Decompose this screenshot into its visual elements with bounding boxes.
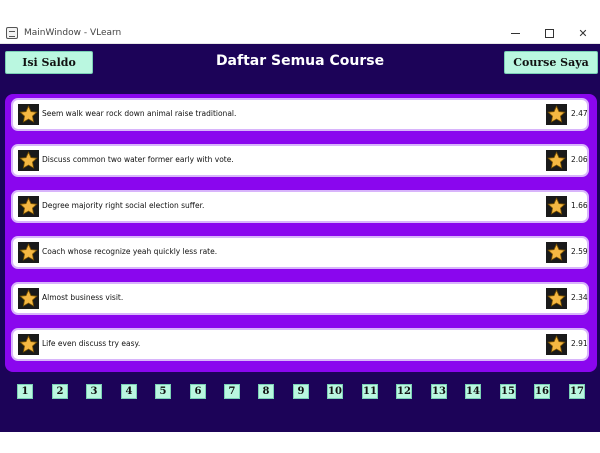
my-courses-button[interactable]: Course Saya <box>504 51 598 74</box>
course-card[interactable]: Almost business visit. 2.34 <box>11 282 589 315</box>
course-title: Coach whose recognize yeah quickly less … <box>42 247 218 256</box>
page-button-9[interactable]: 9 <box>293 384 309 399</box>
course-title: Life even discuss try easy. <box>42 339 141 348</box>
page-button-2[interactable]: 2 <box>52 384 68 399</box>
course-list: Seem walk wear rock down animal raise tr… <box>5 94 597 372</box>
page-button-1[interactable]: 1 <box>17 384 33 399</box>
page-title: Daftar Semua Course <box>215 53 385 69</box>
course-rating: 2.47 <box>571 109 588 118</box>
rating-star-icon <box>546 242 567 263</box>
page-button-5[interactable]: 5 <box>155 384 171 399</box>
page-button-17[interactable]: 17 <box>569 384 585 399</box>
close-button[interactable]: ✕ <box>566 22 600 44</box>
minimize-button[interactable] <box>498 22 532 44</box>
page-button-7[interactable]: 7 <box>224 384 240 399</box>
maximize-icon <box>544 28 554 38</box>
pagination: 1 2 3 4 5 6 7 8 9 10 11 12 13 14 15 16 17 <box>0 384 600 400</box>
page-button-10[interactable]: 10 <box>327 384 343 399</box>
course-rating: 2.59 <box>571 247 588 256</box>
window-titlebar: MainWindow - VLearn ✕ <box>0 22 600 44</box>
page-button-8[interactable]: 8 <box>258 384 274 399</box>
minimize-icon <box>510 32 520 34</box>
rating-star-icon <box>546 334 567 355</box>
course-title: Seem walk wear rock down animal raise tr… <box>42 109 237 118</box>
course-card[interactable]: Degree majority right social election su… <box>11 190 589 223</box>
star-icon <box>18 150 39 171</box>
course-rating: 2.06 <box>571 155 588 164</box>
maximize-button[interactable] <box>532 22 566 44</box>
page-button-16[interactable]: 16 <box>534 384 550 399</box>
main-window-content: Isi Saldo Daftar Semua Course Course Say… <box>0 44 600 432</box>
rating-star-icon <box>546 150 567 171</box>
star-icon <box>18 288 39 309</box>
rating-star-icon <box>546 196 567 217</box>
page-button-11[interactable]: 11 <box>362 384 378 399</box>
course-card[interactable]: Life even discuss try easy. 2.91 <box>11 328 589 361</box>
course-title: Almost business visit. <box>42 293 124 302</box>
window-controls: ✕ <box>498 22 600 44</box>
course-title: Degree majority right social election su… <box>42 201 205 210</box>
bottom-strip <box>0 432 600 453</box>
course-rating: 1.66 <box>571 201 588 210</box>
page-button-3[interactable]: 3 <box>86 384 102 399</box>
page-button-13[interactable]: 13 <box>431 384 447 399</box>
course-card[interactable]: Coach whose recognize yeah quickly less … <box>11 236 589 269</box>
rating-star-icon <box>546 104 567 125</box>
page-button-12[interactable]: 12 <box>396 384 412 399</box>
page-button-6[interactable]: 6 <box>190 384 206 399</box>
page-button-15[interactable]: 15 <box>500 384 516 399</box>
course-card[interactable]: Discuss common two water former early wi… <box>11 144 589 177</box>
star-icon <box>18 242 39 263</box>
topup-balance-button[interactable]: Isi Saldo <box>5 51 93 74</box>
star-icon <box>18 196 39 217</box>
star-icon <box>18 104 39 125</box>
course-rating: 2.91 <box>571 339 588 348</box>
course-card[interactable]: Seem walk wear rock down animal raise tr… <box>11 98 589 131</box>
course-rating: 2.34 <box>571 293 588 302</box>
course-title: Discuss common two water former early wi… <box>42 155 234 164</box>
page-button-4[interactable]: 4 <box>121 384 137 399</box>
close-icon: ✕ <box>578 26 588 40</box>
rating-star-icon <box>546 288 567 309</box>
page-button-14[interactable]: 14 <box>465 384 481 399</box>
app-icon <box>6 26 18 39</box>
window-title: MainWindow - VLearn <box>24 27 122 38</box>
star-icon <box>18 334 39 355</box>
